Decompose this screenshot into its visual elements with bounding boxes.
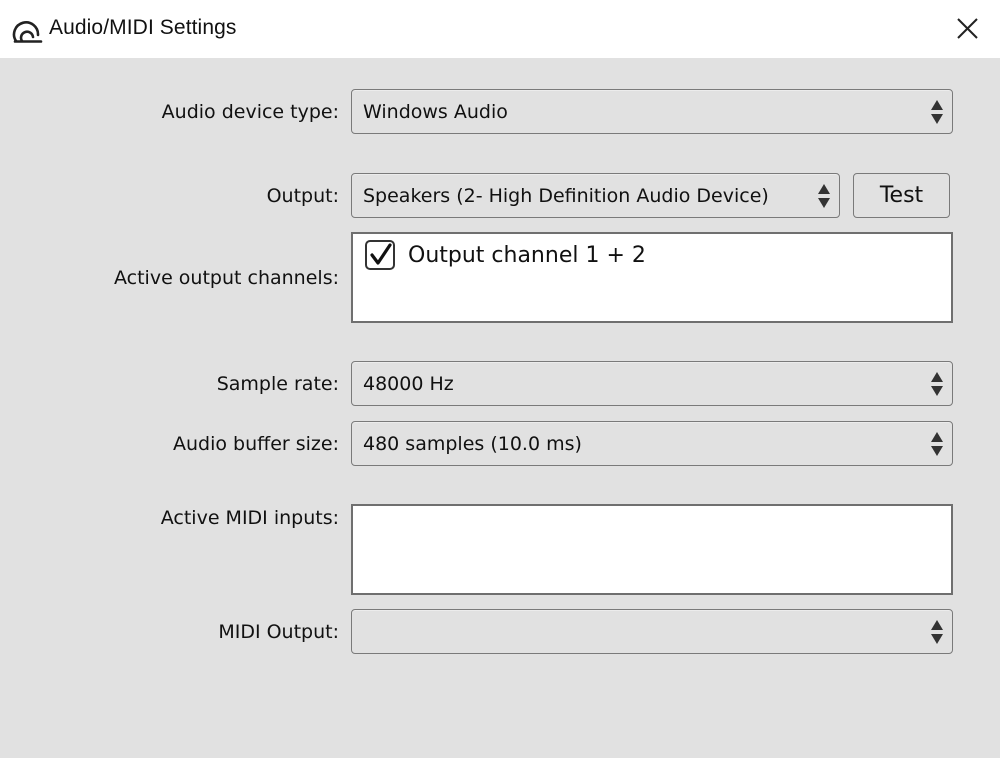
sample-rate-select[interactable]: 48000 Hz bbox=[351, 361, 953, 406]
close-button[interactable] bbox=[950, 12, 984, 46]
updown-arrows-icon bbox=[931, 432, 943, 456]
buffer-size-value: 480 samples (10.0 ms) bbox=[363, 433, 582, 455]
output-value: Speakers (2- High Definition Audio Devic… bbox=[363, 185, 769, 207]
close-icon bbox=[957, 18, 978, 39]
checkmark-icon bbox=[370, 243, 392, 265]
output-channel-label: Output channel 1 + 2 bbox=[408, 243, 646, 268]
buffer-size-select[interactable]: 480 samples (10.0 ms) bbox=[351, 421, 953, 466]
updown-arrows-icon bbox=[818, 184, 830, 208]
sample-rate-label: Sample rate: bbox=[216, 373, 339, 395]
active-output-channels-label: Active output channels: bbox=[113, 267, 339, 289]
midi-inputs-list[interactable] bbox=[351, 504, 953, 595]
sample-rate-value: 48000 Hz bbox=[363, 373, 454, 395]
device-type-value: Windows Audio bbox=[363, 101, 508, 123]
midi-output-label: MIDI Output: bbox=[218, 621, 339, 643]
test-button[interactable]: Test bbox=[853, 173, 950, 218]
updown-arrows-icon bbox=[931, 100, 943, 124]
device-type-label: Audio device type: bbox=[161, 101, 339, 123]
midi-output-select[interactable] bbox=[351, 609, 953, 654]
title-bar: Audio/MIDI Settings bbox=[0, 0, 1000, 58]
updown-arrows-icon bbox=[931, 620, 943, 644]
app-logo-icon bbox=[12, 16, 44, 44]
updown-arrows-icon bbox=[931, 372, 943, 396]
output-channel-checkbox[interactable] bbox=[365, 240, 395, 270]
settings-panel: Audio device type: Windows Audio Output:… bbox=[0, 58, 1000, 758]
output-channels-list[interactable]: Output channel 1 + 2 bbox=[351, 232, 953, 323]
output-select[interactable]: Speakers (2- High Definition Audio Devic… bbox=[351, 173, 840, 218]
output-label: Output: bbox=[266, 185, 339, 207]
buffer-size-label: Audio buffer size: bbox=[172, 433, 339, 455]
device-type-select[interactable]: Windows Audio bbox=[351, 89, 953, 134]
window-title: Audio/MIDI Settings bbox=[49, 16, 237, 39]
midi-inputs-label: Active MIDI inputs: bbox=[160, 507, 339, 529]
